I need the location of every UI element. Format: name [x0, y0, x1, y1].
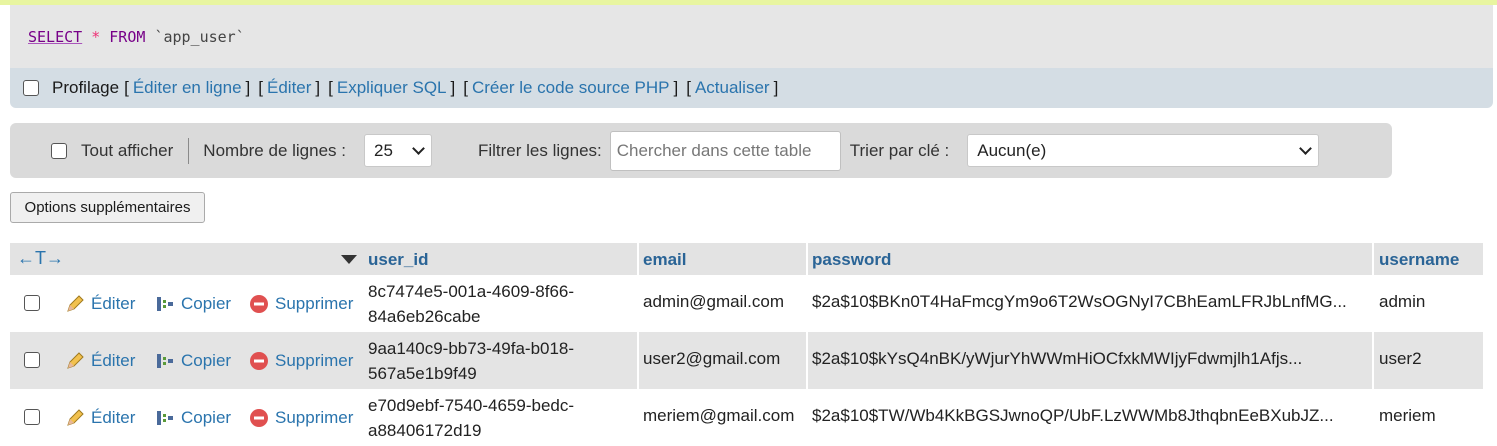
column-divider [806, 243, 808, 446]
rows-select[interactable]: 25 [363, 134, 432, 167]
edit-label: Éditer [91, 293, 136, 313]
copy-icon [157, 296, 173, 311]
delete-label: Supprimer [275, 293, 354, 313]
copy-icon [157, 353, 173, 368]
header-user-id[interactable]: user_id [368, 250, 428, 270]
copy-action[interactable]: Copier [155, 351, 231, 371]
chevron-down-icon [1299, 141, 1313, 155]
sort-select[interactable]: Aucun(e) [967, 134, 1320, 167]
filter-label: Filtrer les lignes: [477, 140, 602, 160]
delete-icon [250, 351, 268, 370]
profiling-bar: Profilage [Éditer en ligne] [Éditer] [Ex… [10, 68, 1493, 108]
chevron-down-icon [412, 141, 425, 155]
show-all-checkbox[interactable] [51, 142, 67, 159]
password-cell: $2a$10$BKn0T4HaFmcgYm9o6T2WsOGNyI7CBhEam… [812, 292, 1347, 311]
delete-icon [250, 294, 268, 313]
results-table: ←T→ user_id email password username Édit… [10, 243, 1483, 446]
link-create-php[interactable]: Créer le code source PHP [472, 78, 669, 98]
profiling-label: Profilage [52, 78, 120, 97]
edit-label: Éditer [91, 407, 136, 427]
delete-label: Supprimer [275, 350, 354, 370]
sort-select-value: Aucun(e) [977, 140, 1047, 160]
username-cell: user2 [1379, 349, 1422, 368]
header-email[interactable]: email [643, 250, 686, 270]
table-row: Éditer Copier Supprimer e70d9ebf-7540-46… [10, 389, 1483, 446]
copy-action[interactable]: Copier [155, 408, 231, 428]
header-password[interactable]: password [812, 250, 891, 270]
sql-table-name: `app_user` [154, 28, 245, 46]
user-id-cell: 9aa140c9-bb73-49fa-b018- 567a5e1b9f49 [368, 339, 575, 383]
sql-from-keyword: FROM [109, 28, 146, 46]
link-explain-sql[interactable]: Expliquer SQL [337, 78, 447, 98]
sort-triangle-icon[interactable] [341, 255, 357, 264]
sql-select-keyword[interactable]: SELECT [28, 28, 82, 46]
column-divider [637, 243, 639, 446]
column-divider [1372, 243, 1374, 446]
delete-label: Supprimer [275, 407, 354, 427]
email-cell: admin@gmail.com [643, 292, 785, 311]
user-id-cell: e70d9ebf-7540-4659-bedc-a88406172d19 [368, 396, 575, 440]
user-id-cell: 8c7474e5-001a-4609-8f66- 84a6eb26cabe [368, 282, 575, 326]
delete-icon [250, 408, 268, 427]
copy-label: Copier [181, 407, 232, 427]
edit-action[interactable]: Éditer [65, 408, 135, 428]
rows-label: Nombre de lignes : [203, 140, 346, 160]
rows-select-value: 25 [373, 140, 393, 160]
pencil-icon [67, 351, 84, 369]
link-edit[interactable]: Éditer [267, 78, 311, 98]
edit-action[interactable]: Éditer [65, 351, 135, 371]
delete-action[interactable]: Supprimer [249, 351, 353, 371]
table-row: Éditer Copier Supprimer 9aa140c9-bb73-49… [10, 332, 1483, 389]
show-all-label: Tout afficher [81, 140, 174, 160]
username-cell: meriem [1379, 406, 1436, 425]
header-username[interactable]: username [1379, 250, 1459, 270]
edit-label: Éditer [91, 350, 136, 370]
edit-action[interactable]: Éditer [65, 294, 135, 314]
email-cell: user2@gmail.com [643, 349, 781, 368]
link-edit-inline[interactable]: Éditer en ligne [133, 78, 242, 98]
row-checkbox[interactable] [24, 295, 40, 311]
password-cell: $2a$10$TW/Wb4KkBGSJwnoQP/UbF.LzWWMb8Jthq… [812, 406, 1334, 425]
sql-query-box: SELECT * FROM `app_user` [10, 5, 1493, 68]
link-refresh[interactable]: Actualiser [695, 78, 770, 98]
email-cell: meriem@gmail.com [643, 406, 795, 425]
copy-action[interactable]: Copier [155, 294, 231, 314]
username-cell: admin [1379, 292, 1426, 311]
copy-icon [157, 410, 173, 425]
filter-placeholder: Chercher dans cette table [616, 140, 812, 160]
filter-input[interactable]: Chercher dans cette table [609, 130, 841, 171]
table-row: Éditer Copier Supprimer 8c7474e5-001a-46… [10, 275, 1483, 332]
row-checkbox[interactable] [24, 352, 40, 368]
copy-label: Copier [181, 350, 232, 370]
row-checkbox[interactable] [24, 409, 40, 425]
divider [188, 137, 190, 164]
profiling-checkbox[interactable] [23, 80, 39, 96]
sql-star: * [91, 28, 101, 46]
password-cell: $2a$10$kYsQ4nBK/yWjurYhWWmHiOCfxkMWIjyFd… [812, 349, 1303, 368]
delete-action[interactable]: Supprimer [249, 408, 353, 428]
table-header: ←T→ user_id email password username [10, 243, 1483, 275]
pencil-icon [67, 408, 84, 426]
sql-query: SELECT * FROM `app_user` [28, 28, 245, 46]
column-resize-arrows-icon[interactable]: ←T→ [17, 248, 64, 269]
extra-options-button[interactable]: Options supplémentaires [10, 192, 205, 223]
navigation-bar: Tout afficher Nombre de lignes : 25 Filt… [10, 123, 1392, 178]
copy-label: Copier [181, 293, 232, 313]
pencil-icon [67, 294, 84, 312]
delete-action[interactable]: Supprimer [249, 294, 353, 314]
sort-label: Trier par clé : [849, 140, 950, 160]
